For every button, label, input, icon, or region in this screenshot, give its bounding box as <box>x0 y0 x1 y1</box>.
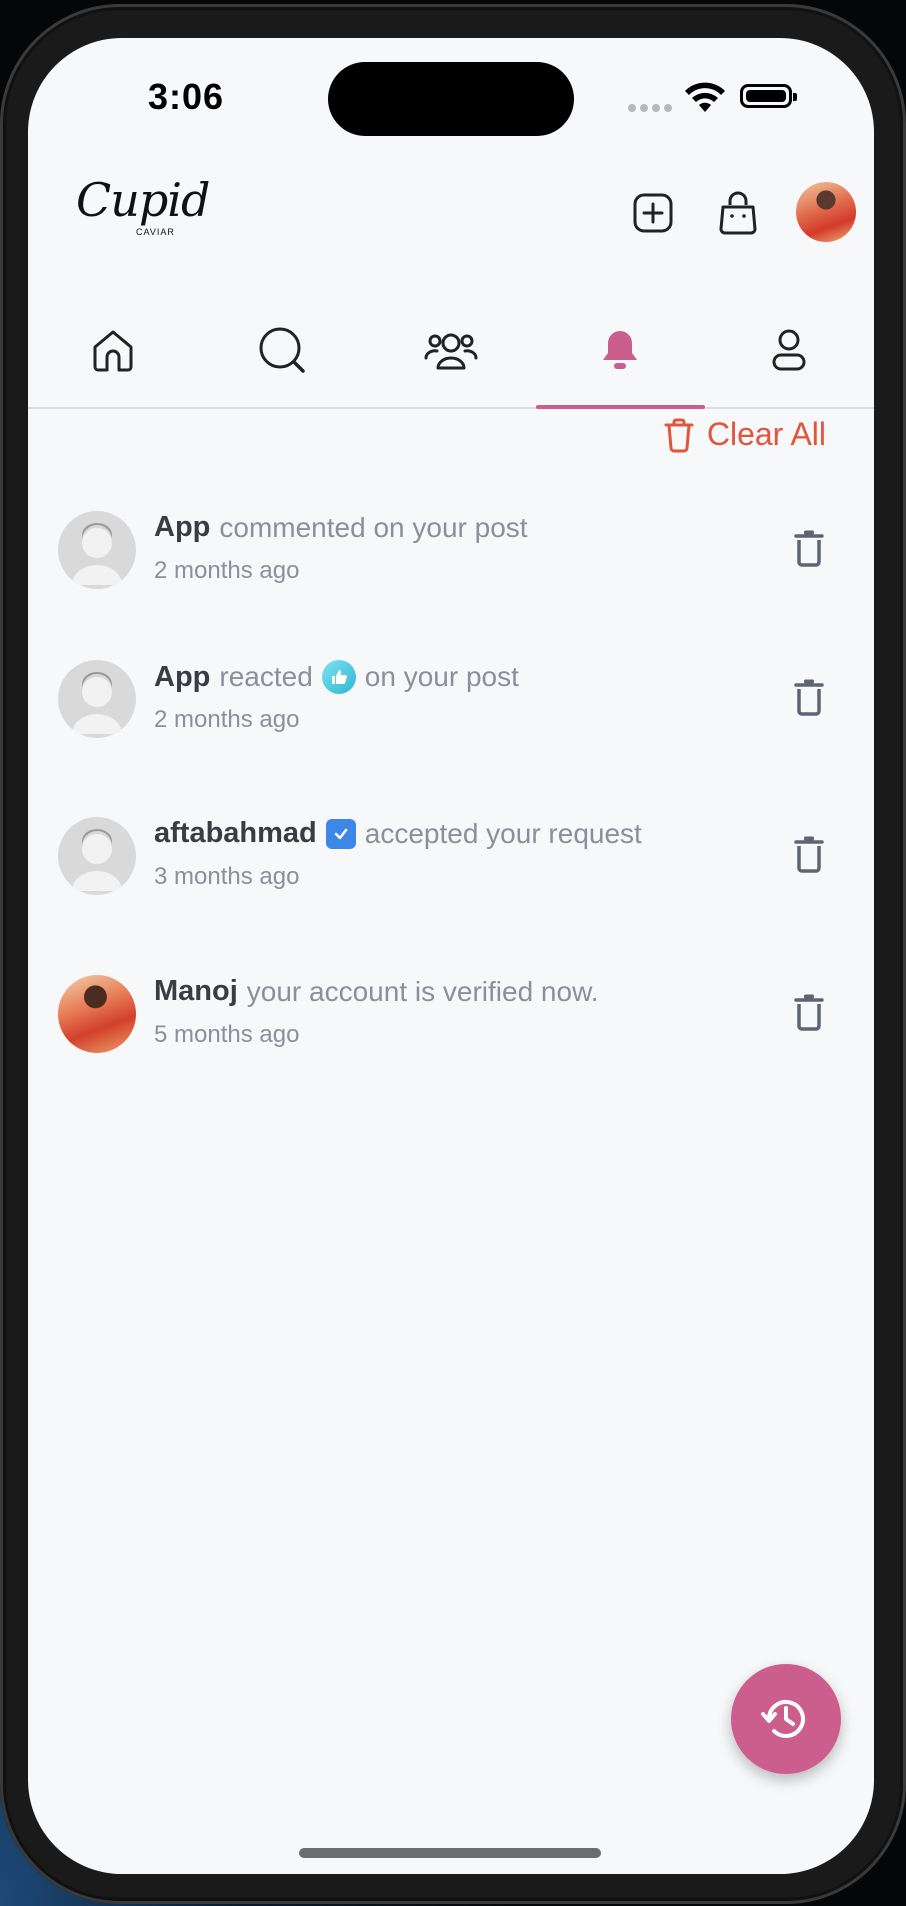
wifi-icon <box>685 82 725 112</box>
notification-time: 2 months ago <box>154 557 300 584</box>
community-icon <box>424 333 478 370</box>
delete-notification-button[interactable] <box>794 993 824 1036</box>
tab-home[interactable] <box>28 293 197 407</box>
notification-item[interactable]: aftabahmad accepted your request 3 month… <box>58 817 844 907</box>
trash-icon <box>794 836 824 873</box>
cellular-signal-icon <box>628 104 672 112</box>
shopping-bag-icon <box>719 191 757 235</box>
user-avatar <box>58 975 136 1053</box>
notification-text: reacted <box>219 661 313 692</box>
notification-item[interactable]: App commented on your post 2 months ago <box>58 511 844 601</box>
tab-search[interactable] <box>197 293 366 407</box>
profile-icon <box>772 329 806 371</box>
notification-text: accepted your request <box>364 817 642 849</box>
trash-icon <box>794 994 824 1031</box>
notification-time: 5 months ago <box>154 1021 300 1048</box>
add-post-button[interactable] <box>628 188 678 238</box>
battery-icon <box>740 84 797 108</box>
delete-notification-button[interactable] <box>794 529 824 572</box>
notification-username[interactable]: Manoj <box>154 975 238 1008</box>
notification-username[interactable]: aftabahmad <box>154 817 317 850</box>
status-time: 3:06 <box>148 76 225 117</box>
logo-text: Cupid <box>76 173 210 227</box>
notification-text: commented on your post <box>219 511 528 543</box>
notification-text-suffix: on your post <box>364 661 519 692</box>
trash-outline-icon <box>664 418 694 452</box>
tab-community[interactable] <box>366 293 535 407</box>
tab-bar <box>28 293 874 409</box>
default-avatar <box>58 660 136 738</box>
trash-icon <box>794 679 824 716</box>
logo-subtext: CAVIAR <box>136 227 175 237</box>
screen: 3:06 Cupid CAVIAR Clear All App commente… <box>28 38 874 1874</box>
notification-item[interactable]: App reacted on your post 2 months ago <box>58 660 844 750</box>
tab-notifications[interactable] <box>535 293 706 409</box>
phone-frame: 3:06 Cupid CAVIAR Clear All App commente… <box>0 4 906 1904</box>
notification-time: 2 months ago <box>154 706 300 733</box>
history-icon <box>761 1699 805 1738</box>
clear-all-label: Clear All <box>706 416 826 452</box>
add-post-icon <box>633 193 673 233</box>
default-avatar <box>58 511 136 589</box>
notification-item[interactable]: Manoj your account is verified now. 5 mo… <box>58 975 844 1065</box>
notification-time: 3 months ago <box>154 863 300 890</box>
delete-notification-button[interactable] <box>794 835 824 878</box>
notification-username[interactable]: App <box>154 661 210 694</box>
thumbs-up-reaction-icon <box>321 660 356 694</box>
search-icon <box>259 327 305 373</box>
app-logo[interactable]: Cupid CAVIAR <box>76 173 210 237</box>
default-avatar <box>58 817 136 895</box>
dynamic-island <box>328 62 574 136</box>
delete-notification-button[interactable] <box>794 678 824 721</box>
home-icon <box>93 330 133 372</box>
profile-avatar[interactable] <box>796 182 856 242</box>
tab-profile[interactable] <box>705 293 874 407</box>
notification-username[interactable]: App <box>154 511 210 544</box>
verified-badge-icon <box>325 818 356 849</box>
home-indicator[interactable] <box>299 1848 601 1858</box>
shop-button[interactable] <box>713 188 763 238</box>
clear-all-button[interactable]: Clear All <box>663 416 826 453</box>
trash-icon <box>794 530 824 567</box>
history-button[interactable] <box>731 1664 841 1774</box>
notification-text: your account is verified now. <box>246 975 599 1007</box>
bell-icon <box>603 331 638 369</box>
